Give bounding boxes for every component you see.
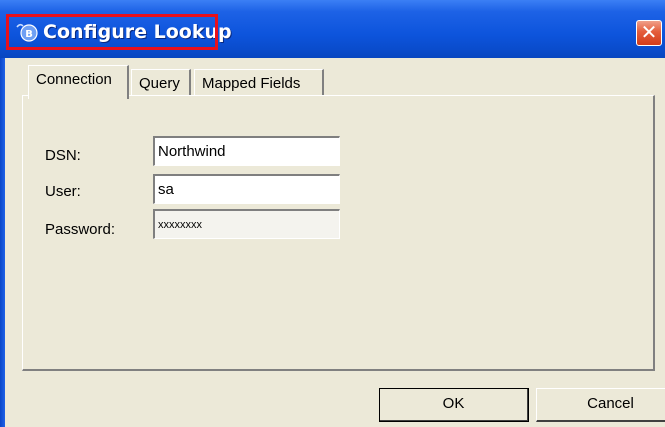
password-label: Password: xyxy=(45,221,116,238)
title-bar[interactable]: B Configure Lookup ✕ xyxy=(0,0,665,58)
dsn-field[interactable] xyxy=(153,136,340,166)
cancel-button[interactable]: Cancel xyxy=(536,388,665,422)
tab-connection[interactable]: Connection xyxy=(28,65,129,99)
close-button[interactable]: ✕ xyxy=(636,20,662,46)
title-highlight-box xyxy=(6,14,218,50)
user-label: User: xyxy=(45,183,81,200)
ok-button[interactable]: OK xyxy=(379,388,529,422)
dsn-label: DSN: xyxy=(45,147,81,164)
user-field[interactable] xyxy=(153,174,340,204)
password-field[interactable] xyxy=(153,209,340,239)
